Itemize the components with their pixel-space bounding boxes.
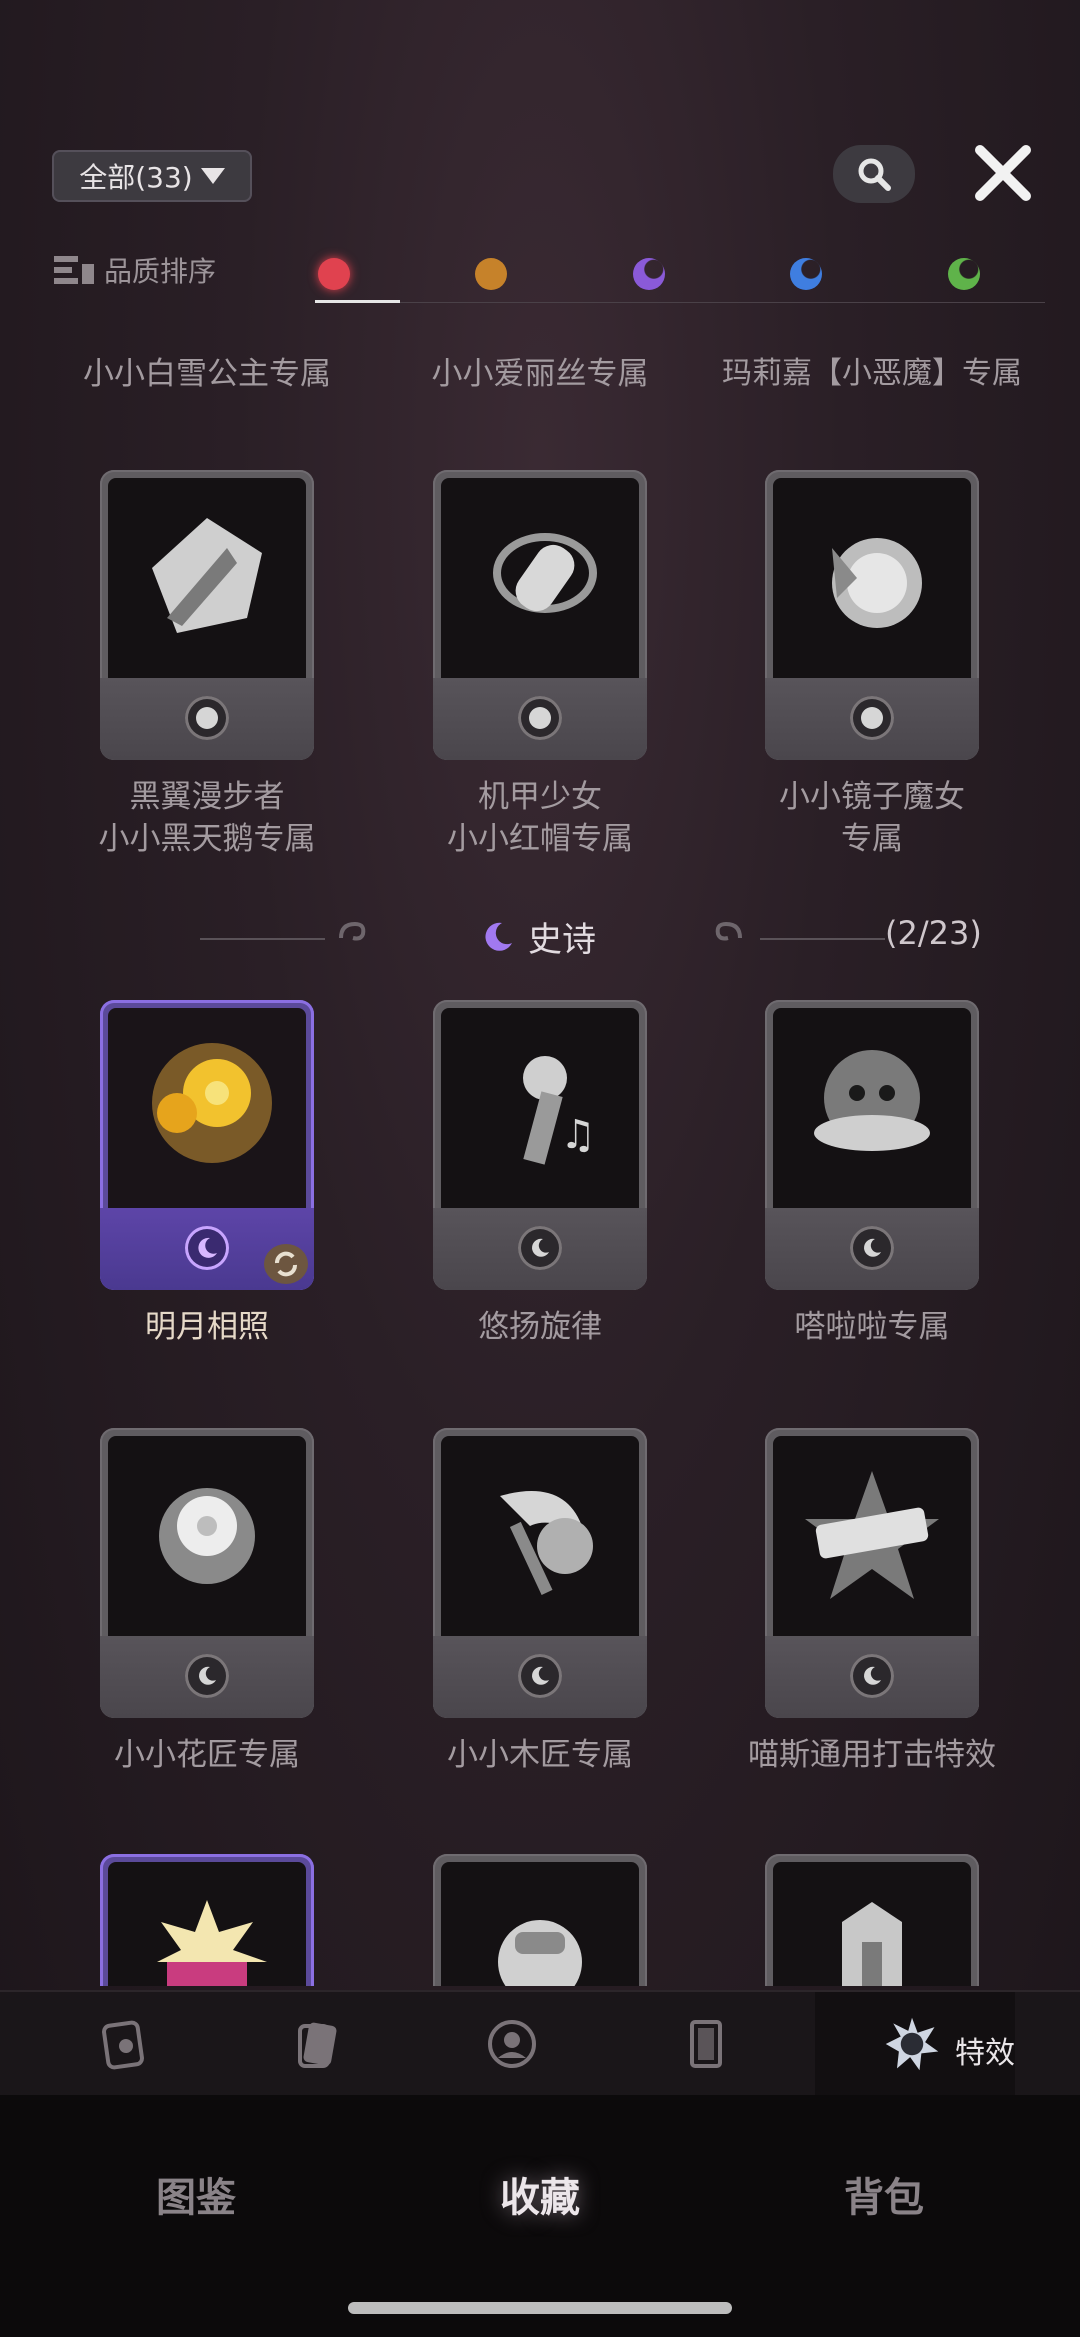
effect-title-line2: 小小黑天鹅专属 [98,821,316,857]
tab-card-frames[interactable] [676,2014,736,2074]
tab-card-backs[interactable] [288,2014,348,2074]
top-bar: 全部(33) [0,120,1080,230]
svg-text:♫: ♫ [560,1112,596,1158]
swirl-icon [715,921,742,941]
tab-avatars[interactable] [482,2014,542,2074]
quality-badge [850,1654,894,1698]
sort-icon [54,256,94,284]
cat-art-icon [773,1862,971,1986]
effect-card[interactable] [433,470,647,760]
bottom-nav: 图鉴 收藏 背包 [0,2095,1080,2337]
quality-badge [850,1226,894,1270]
quality-badge [185,1226,229,1270]
chevron-down-icon [200,168,225,184]
effect-card[interactable] [100,470,314,760]
effect-title: 小小爱丽丝专属 [431,356,649,392]
divider [760,938,885,940]
effect-title: 玛莉嘉【小恶魔】专属 [722,356,1022,391]
effect-title-line1: 黑翼漫步者 [129,779,285,815]
gift-art-icon [108,1862,306,1986]
quality-badge [518,1654,562,1698]
active-tab-underline [315,300,400,303]
effect-title: 小小木匠专属 [447,1737,633,1773]
effect-card[interactable] [765,1428,979,1718]
sort-label: 品质排序 [104,255,217,288]
effect-title: 黑翼漫步者 小小黑天鹅专属 [47,776,367,860]
tab-effects-label: 特效 [955,2036,1015,2071]
purple-moon-icon [485,922,512,951]
swirl-icon [339,921,366,941]
nav-backpack[interactable]: 背包 [784,2165,984,2223]
quality-filter-green[interactable] [948,258,980,290]
bullet-art-icon [441,478,639,678]
home-indicator[interactable] [348,2302,732,2314]
filter-dropdown[interactable]: 全部(33) [52,150,252,202]
microphone-art-icon: ♫ [441,1008,639,1208]
effect-card[interactable] [765,470,979,760]
nav-handbook[interactable]: 图鉴 [96,2165,296,2223]
quality-filter-orange[interactable] [475,258,507,290]
effect-title: 小小花匠专属 [114,1737,300,1773]
effect-title: 嗒啦啦专属 [794,1309,950,1345]
effect-title-line2: 专属 [841,821,903,857]
effect-card[interactable] [765,1000,979,1290]
effect-title-line1: 机甲少女 [478,779,602,815]
feather-art-icon [108,478,306,678]
sort-row: 品质排序 [0,240,1080,306]
axe-art-icon [441,1436,639,1636]
effect-card[interactable] [100,1854,314,1986]
filter-label: 全部(33) [79,161,193,194]
effect-title: 机甲少女 小小红帽专属 [380,776,700,860]
effect-card[interactable] [433,1428,647,1718]
nav-collection[interactable]: 收藏 [440,2165,640,2223]
card-ghost-icon [102,2020,144,2070]
effects-grid[interactable]: 小小白雪公主专属 小小爱丽丝专属 玛莉嘉【小恶魔】专属 黑翼漫步者 小小黑天鹅专… [0,306,1080,1986]
effect-title: 小小白雪公主专属 [83,356,331,392]
tab-cards[interactable] [94,2014,154,2074]
quality-filter-blue[interactable] [790,258,822,290]
effect-card-selected[interactable] [100,1000,314,1290]
effect-title-line1: 小小镜子魔女 [779,779,965,815]
effect-title: 悠扬旋律 [478,1309,602,1345]
effect-card[interactable]: ♫ [433,1000,647,1290]
divider [200,938,325,940]
effect-title: 小小镜子魔女 专属 [712,776,1032,860]
mirror-art-icon [773,478,971,678]
effect-card[interactable] [433,1854,647,1986]
flower-art-icon [108,1008,306,1208]
close-button[interactable] [968,138,1038,208]
effect-title-line2: 小小红帽专属 [447,821,633,857]
effect-title: 喵斯通用打击特效 [748,1737,996,1773]
effect-title: 明月相照 [145,1309,269,1345]
owl-art-icon [773,1008,971,1208]
close-icon [975,145,1031,201]
search-button[interactable] [833,145,915,203]
cards-icon [298,2022,337,2068]
fist-art-icon [441,1862,639,1986]
star-art-icon [773,1436,971,1636]
card-frame-icon [690,2020,722,2068]
quality-badge [518,1226,562,1270]
effect-card[interactable] [765,1854,979,1986]
quality-badge [518,696,562,740]
quality-badge [185,1654,229,1698]
search-icon [858,158,891,191]
sort-divider [400,302,1045,303]
quality-sort-button[interactable]: 品质排序 [52,250,216,290]
section-header-epic: 史诗 (2/23) [0,906,1080,966]
flower-art-icon [108,1436,306,1636]
category-tabbar: 特效 [0,1990,1080,2097]
section-count: (2/23) [885,914,982,952]
effect-burst-icon [885,2017,939,2071]
tab-effects[interactable] [882,2014,942,2074]
quality-badge [185,696,229,740]
swap-icon[interactable] [264,1244,308,1284]
avatar-icon [488,2020,536,2068]
section-title: 史诗 [480,912,596,961]
section-title-text: 史诗 [528,920,596,960]
quality-badge [850,696,894,740]
quality-filter-red[interactable] [318,258,350,290]
effect-card[interactable] [100,1428,314,1718]
quality-filter-purple[interactable] [633,258,665,290]
